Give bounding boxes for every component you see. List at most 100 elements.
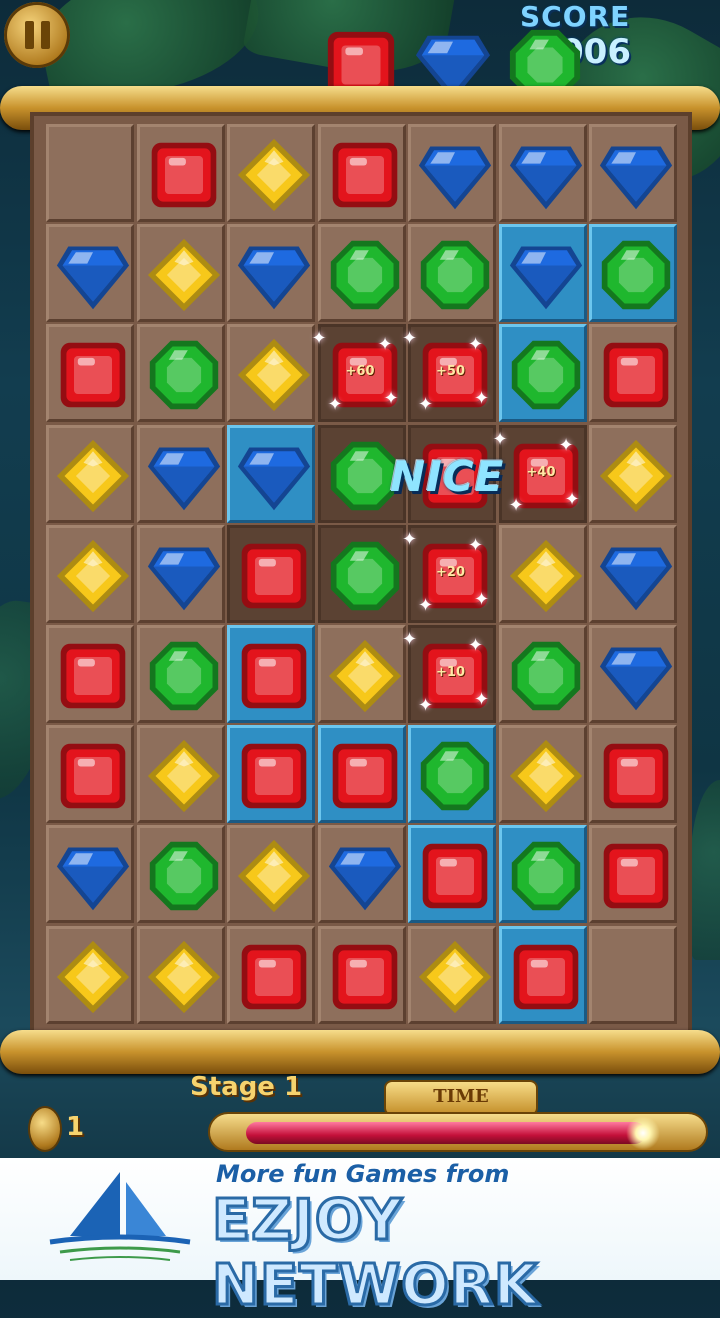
sparkle-icon: ✦ [418,594,434,616]
board-cell-r3-c2[interactable] [227,424,315,523]
red-gem-icon [332,944,397,1009]
board-cell-r7-c6[interactable] [589,825,677,924]
board-cell-r0-c1[interactable] [136,124,225,222]
board-cell-r5-c3[interactable] [317,625,406,723]
board-cell-r7-c5[interactable] [498,825,587,924]
board-cell-r0-c4[interactable] [408,124,496,222]
green-gem-icon [330,541,399,610]
board-cell-r2-c5[interactable] [498,324,587,423]
board-cell-r0-c6[interactable] [589,124,677,222]
board-frame-bottom [0,1030,720,1074]
sparkle-icon: ✦ [402,528,418,550]
yellow-gem-icon [418,940,492,1013]
stage-label: Stage 1 [190,1072,303,1102]
blue-gem-icon [56,246,130,310]
board-cell-r4-c5[interactable] [498,524,587,623]
sparkle-icon: ✦ [418,695,434,716]
blue-gem-icon [147,447,220,510]
sparkle-icon: ✦ [492,428,508,450]
coin-count: 1 [66,1112,85,1142]
yellow-gem-icon [56,439,130,512]
yellow-gem-icon [237,339,311,412]
blue-gem-icon [599,146,673,210]
board-cell-r8-c2[interactable] [227,925,315,1024]
sparkle-icon: ✦ [383,388,399,410]
board-cell-r7-c3[interactable] [317,825,406,924]
board-cell-r1-c5[interactable] [498,224,587,323]
board-cell-r4-c2[interactable] [227,524,315,623]
yellow-gem-icon [599,439,673,512]
board-cell-r1-c1[interactable] [136,224,225,323]
board-cell-r6-c3[interactable] [317,725,406,824]
board-cell-r3-c6[interactable] [589,424,677,523]
board-cell-r7-c1[interactable] [136,825,225,924]
sparkle-icon: ✦ [474,588,490,610]
blue-gem-icon [599,547,673,610]
board-cell-r5-c6[interactable] [589,625,677,723]
game-board[interactable]: +60 ✦ ✦ ✦ ✦ +50 ✦ ✦ ✦ ✦ +40 ✦ ✦ ✦ ✦ +20 ✦ ✦ ✦ ✦ +10 ✦ ✦ ✦ ✦ [30,112,692,1037]
board-cell-r7-c2[interactable] [227,825,315,924]
red-gem-icon [241,944,307,1009]
pause-button[interactable] [4,2,70,68]
board-cell-r2-c2[interactable] [227,324,315,423]
board-cell-r1-c3[interactable] [317,224,406,323]
board-cell-r2-c1[interactable] [136,324,225,423]
board-cell-r7-c4[interactable] [408,825,496,924]
red-gem-icon [60,743,126,809]
score-popup: +10 [436,665,465,680]
board-cell-r6-c6[interactable] [589,725,677,824]
board-cell-r5-c2[interactable] [227,625,315,723]
sparkle-icon: ✦ [377,334,393,356]
sparkle-icon: ✦ [468,534,484,556]
board-cell-r4-c6[interactable] [589,524,677,623]
banner-brand[interactable]: EZJOY NETWORK [211,1187,720,1318]
board-cell-r3-c0[interactable] [46,424,134,523]
board-cell-r5-c0[interactable] [46,625,134,723]
board-cell-r8-c1[interactable] [136,925,225,1024]
board-cell-r0-c2[interactable] [227,124,315,222]
board-cell-r1-c0[interactable] [46,224,134,323]
sparkle-icon: ✦ [402,328,418,350]
red-gem-icon [332,743,397,809]
time-bar [208,1112,708,1152]
board-cell-r4-c0[interactable] [46,524,134,623]
board-cell-r6-c0[interactable] [46,725,134,824]
board-cell-r7-c0[interactable] [46,825,134,924]
sparkle-icon: ✦ [468,635,484,656]
board-cell-r6-c5[interactable] [498,725,587,824]
yellow-gem-icon [509,539,582,612]
board-cell-r8-c5[interactable] [498,925,587,1024]
green-gem-icon [149,341,218,410]
red-gem-icon [60,643,126,709]
board-cell-r2-c6[interactable] [589,324,677,423]
board-cell-r0-c5[interactable] [498,124,587,222]
board-cell-r3-c1[interactable] [136,424,225,523]
red-gem-icon [513,944,578,1009]
board-cell-r0-c3[interactable] [317,124,406,222]
board-cell-r6-c2[interactable] [227,725,315,824]
banner-tagline[interactable]: More fun Games from [216,1160,509,1188]
board-cell-r1-c6[interactable] [589,224,677,323]
board-cell-r6-c4[interactable] [408,725,496,824]
board-cell-r4-c1[interactable] [136,524,225,623]
board-cell-r2-c0[interactable] [46,324,134,423]
board-cell-r0-c0[interactable] [46,124,134,222]
board-cell-r5-c5[interactable] [498,625,587,723]
board-cell-r8-c4[interactable] [408,925,496,1024]
board-cell-r8-c3[interactable] [317,925,406,1024]
board-cell-r8-c0[interactable] [46,925,134,1024]
green-gem-icon [511,341,580,410]
score-popup: +20 [436,564,465,580]
board-cell-r4-c3[interactable] [317,524,406,623]
board-cell-r5-c1[interactable] [136,625,225,723]
blue-gem-icon [237,246,311,310]
board-cell-r6-c1[interactable] [136,725,225,824]
yellow-gem-icon [328,639,401,713]
blue-gem-icon [418,146,492,210]
time-bar-glow [626,1116,660,1150]
board-cell-r1-c4[interactable] [408,224,496,323]
score-popup: +40 [526,464,556,480]
blue-gem-icon [509,246,582,310]
board-cell-r8-c6[interactable] [589,925,677,1024]
board-cell-r1-c2[interactable] [227,224,315,323]
